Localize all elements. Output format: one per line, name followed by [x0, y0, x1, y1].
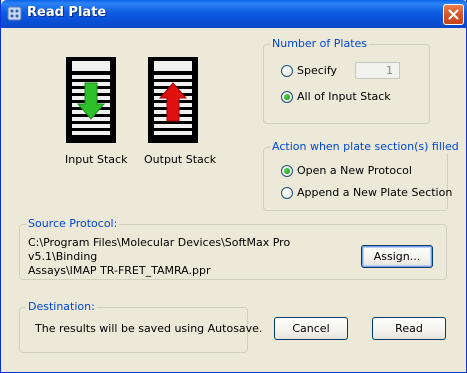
all-input-stack-radio-button[interactable] — [281, 90, 293, 103]
plate-count-spinbox[interactable]: 1 — [355, 62, 400, 79]
output-stack-label: Output Stack — [144, 153, 217, 166]
source-protocol-label: Source Protocol: — [26, 217, 120, 230]
output-stack-icon — [148, 57, 198, 143]
source-path-line-2: Assays\IMAP TR-FRET_TAMRA.ppr — [28, 264, 211, 277]
assign-button[interactable]: Assign... — [361, 245, 433, 268]
read-button[interactable]: Read — [372, 317, 446, 340]
append-plate-section-label: Append a New Plate Section — [297, 186, 453, 199]
open-new-protocol-radio[interactable]: Open a New Protocol — [281, 164, 412, 177]
title-bar[interactable]: Read Plate — [1, 0, 467, 28]
destination-label: Destination: — [26, 300, 97, 313]
input-stack-label: Input Stack — [65, 153, 128, 166]
destination-text: The results will be saved using Autosave… — [35, 322, 263, 335]
append-plate-section-radio-button[interactable] — [281, 186, 293, 199]
all-input-stack-radio-label: All of Input Stack — [297, 90, 391, 103]
specify-radio-label: Specify — [297, 64, 338, 77]
action-when-filled-group: Action when plate section(s) filled — [263, 140, 461, 211]
close-button[interactable] — [443, 4, 464, 25]
action-when-filled-label: Action when plate section(s) filled — [270, 140, 461, 153]
source-protocol-path: C:\Program Files\Molecular Devices\SoftM… — [28, 236, 348, 278]
number-of-plates-group: Number of Plates — [263, 37, 430, 124]
close-icon — [448, 9, 459, 20]
append-plate-section-radio[interactable]: Append a New Plate Section — [281, 186, 452, 199]
input-stack-graphic — [68, 59, 114, 141]
number-of-plates-label: Number of Plates — [270, 37, 370, 50]
all-input-stack-radio[interactable]: All of Input Stack — [281, 90, 391, 103]
open-new-protocol-radio-button[interactable] — [281, 164, 293, 177]
open-new-protocol-label: Open a New Protocol — [297, 164, 412, 177]
specify-radio[interactable]: Specify — [281, 64, 337, 77]
source-path-line-1: C:\Program Files\Molecular Devices\SoftM… — [28, 236, 291, 263]
specify-radio-button[interactable] — [281, 64, 293, 77]
output-stack-graphic — [150, 59, 196, 141]
input-stack-icon — [66, 57, 116, 143]
app-icon — [7, 6, 22, 21]
window-title: Read Plate — [27, 5, 107, 20]
cancel-button[interactable]: Cancel — [274, 317, 348, 340]
read-plate-dialog: Read Plate Input Stack Output Stack Numb… — [0, 0, 467, 373]
